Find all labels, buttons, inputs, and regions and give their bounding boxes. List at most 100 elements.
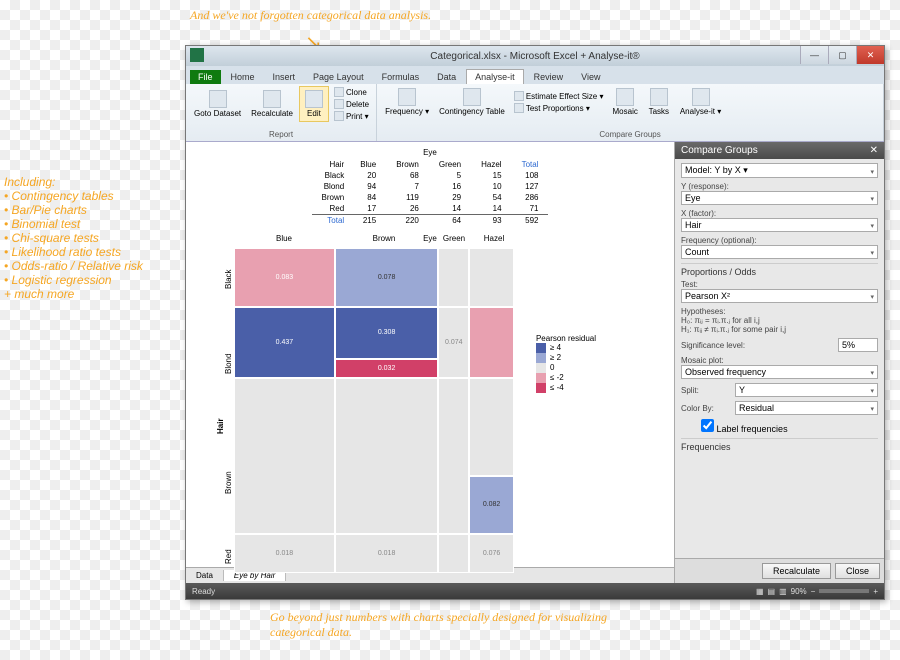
cell: 84 bbox=[350, 192, 386, 203]
table-row-total: Total2152206493592 bbox=[312, 215, 549, 227]
view-break-icon[interactable]: ▥ bbox=[779, 587, 787, 596]
tile bbox=[234, 378, 335, 534]
x-dropdown[interactable]: Hair bbox=[681, 218, 878, 232]
sig-input[interactable]: 5% bbox=[838, 338, 878, 352]
tab-analyse-it[interactable]: Analyse-it bbox=[466, 69, 524, 84]
mosaic-plot-dropdown[interactable]: Observed frequency bbox=[681, 365, 878, 379]
x-label: Blue bbox=[276, 234, 292, 243]
legend-item: ≤ -4 bbox=[536, 383, 596, 393]
effect-label: Estimate Effect Size ▾ bbox=[526, 92, 604, 101]
swatch bbox=[536, 343, 546, 353]
model-value: Model: Y by X ▾ bbox=[685, 165, 748, 176]
tasks-icon bbox=[650, 88, 668, 106]
print-button[interactable]: Print ▾ bbox=[331, 110, 372, 122]
model-dropdown[interactable]: Model: Y by X ▾ bbox=[681, 163, 878, 178]
analyseit-label: Analyse-it ▾ bbox=[680, 107, 721, 116]
test-proportions-button[interactable]: Test Proportions ▾ bbox=[511, 102, 607, 114]
frequency-icon bbox=[398, 88, 416, 106]
annotation-side: Including: Contingency tables Bar/Pie ch… bbox=[4, 175, 179, 301]
swatch bbox=[536, 363, 546, 373]
x-label: Brown bbox=[373, 234, 396, 243]
view-layout-icon[interactable]: ▤ bbox=[768, 587, 776, 596]
cell: 15 bbox=[471, 170, 511, 181]
tab-file[interactable]: File bbox=[190, 70, 221, 84]
ribbon-group-report: Goto Dataset Recalculate Edit Clone Dele… bbox=[186, 84, 377, 141]
frequency-label: Frequency ▾ bbox=[385, 107, 429, 116]
clone-button[interactable]: Clone bbox=[331, 86, 372, 98]
test-value: Pearson X² bbox=[685, 291, 730, 301]
chevron-down-icon bbox=[870, 220, 874, 230]
edit-icon bbox=[305, 90, 323, 108]
y-value: Eye bbox=[685, 193, 701, 203]
tile: 0.074 bbox=[438, 307, 469, 379]
freq-dropdown[interactable]: Count bbox=[681, 245, 878, 259]
analyseit-button[interactable]: Analyse-it ▾ bbox=[676, 86, 725, 118]
cell: 108 bbox=[512, 170, 549, 181]
panel-title: Compare Groups bbox=[681, 145, 758, 156]
group-label-compare: Compare Groups bbox=[381, 130, 879, 139]
close-button[interactable]: ✕ bbox=[856, 46, 884, 64]
zoom-in-button[interactable]: + bbox=[873, 587, 878, 596]
excel-window: Categorical.xlsx - Microsoft Excel + Ana… bbox=[185, 45, 885, 600]
tab-data[interactable]: Data bbox=[429, 70, 464, 84]
hypothesis-h0: H₀: πᵢⱼ = πᵢ.π.ⱼ for all i,j bbox=[681, 316, 878, 325]
delete-button[interactable]: Delete bbox=[331, 98, 372, 110]
minimize-button[interactable]: — bbox=[800, 46, 828, 64]
view-normal-icon[interactable]: ▦ bbox=[756, 587, 764, 596]
legend-label: 0 bbox=[550, 363, 554, 372]
tile bbox=[469, 248, 514, 307]
contingency-button[interactable]: Contingency Table bbox=[435, 86, 509, 118]
status-bar: Ready ▦ ▤ ▥ 90% − + bbox=[186, 583, 884, 599]
goto-dataset-button[interactable]: Goto Dataset bbox=[190, 86, 245, 122]
zoom-out-button[interactable]: − bbox=[811, 587, 816, 596]
tile bbox=[469, 378, 514, 476]
cell: 68 bbox=[386, 170, 429, 181]
panel-close-icon[interactable]: ✕ bbox=[870, 145, 878, 156]
side-item: Odds-ratio / Relative risk bbox=[4, 259, 179, 273]
legend-item: ≥ 2 bbox=[536, 353, 596, 363]
row-name: Red bbox=[312, 203, 351, 215]
cell: 127 bbox=[512, 181, 549, 192]
side-item: Binomial test bbox=[4, 217, 179, 231]
cell: 215 bbox=[350, 215, 386, 227]
tile: 0.308 bbox=[335, 307, 439, 359]
tab-view[interactable]: View bbox=[573, 70, 608, 84]
x-label: X (factor): bbox=[681, 209, 878, 218]
tasks-button[interactable]: Tasks bbox=[644, 86, 674, 118]
y-label: Black bbox=[224, 269, 233, 289]
y-dropdown[interactable]: Eye bbox=[681, 191, 878, 205]
edit-button[interactable]: Edit bbox=[299, 86, 329, 122]
tab-formulas[interactable]: Formulas bbox=[374, 70, 428, 84]
zoom-slider[interactable] bbox=[819, 589, 869, 593]
chevron-down-icon bbox=[870, 403, 874, 413]
tab-review[interactable]: Review bbox=[526, 70, 572, 84]
annotation-bottom: Go beyond just numbers with charts speci… bbox=[270, 610, 630, 640]
tab-page-layout[interactable]: Page Layout bbox=[305, 70, 372, 84]
section-frequencies: Frequencies bbox=[681, 438, 878, 455]
color-dropdown[interactable]: Residual bbox=[735, 401, 878, 415]
cell: 286 bbox=[512, 192, 549, 203]
tab-home[interactable]: Home bbox=[223, 70, 263, 84]
tab-insert[interactable]: Insert bbox=[265, 70, 304, 84]
legend-title: Pearson residual bbox=[536, 334, 596, 343]
chevron-down-icon bbox=[870, 166, 874, 176]
close-panel-button[interactable]: Close bbox=[835, 563, 880, 579]
maximize-button[interactable]: ▢ bbox=[828, 46, 856, 64]
test-dropdown[interactable]: Pearson X² bbox=[681, 289, 878, 303]
goto-label: Goto Dataset bbox=[194, 109, 241, 118]
side-item: Contingency tables bbox=[4, 189, 179, 203]
effect-size-button[interactable]: Estimate Effect Size ▾ bbox=[511, 90, 607, 102]
split-dropdown[interactable]: Y bbox=[735, 383, 878, 397]
recalculate-button[interactable]: Recalculate bbox=[247, 86, 297, 122]
frequency-button[interactable]: Frequency ▾ bbox=[381, 86, 433, 118]
legend-label: ≥ 2 bbox=[550, 353, 561, 362]
recalculate-button[interactable]: Recalculate bbox=[762, 563, 831, 579]
table-row: Blond9471610127 bbox=[312, 181, 549, 192]
clone-icon bbox=[334, 87, 344, 97]
y-label: Red bbox=[224, 549, 233, 564]
sheet-tab-data[interactable]: Data bbox=[186, 570, 224, 581]
tile bbox=[438, 248, 469, 307]
mosaic-button[interactable]: Mosaic bbox=[609, 86, 642, 118]
cell: 16 bbox=[429, 181, 471, 192]
label-freq-checkbox[interactable] bbox=[701, 419, 714, 432]
